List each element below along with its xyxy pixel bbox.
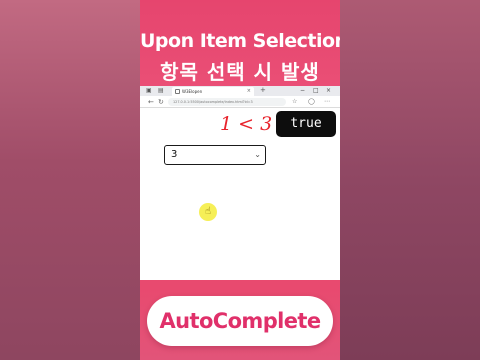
chevron-down-icon[interactable]: ⌄ <box>254 146 261 163</box>
footer-pill: AutoComplete <box>147 296 333 346</box>
tab-bar: ▣ ▤ W3Elopen × + − □ × <box>140 86 340 96</box>
title-korean: 항목 선택 시 발생 <box>160 60 320 84</box>
browser-tab[interactable]: W3Elopen × <box>172 87 254 96</box>
close-tab-icon[interactable]: × <box>247 87 251 96</box>
hand-pointer-icon: ☝ <box>204 206 212 217</box>
tab-list-icon[interactable]: ▤ <box>158 87 164 95</box>
profile-icon[interactable]: ◯ <box>308 97 315 107</box>
footer-label: AutoComplete <box>159 309 322 333</box>
video-frame: Upon Item Selection 항목 선택 시 발생 ▣ ▤ W3Elo… <box>140 0 340 360</box>
back-icon[interactable]: ← <box>148 97 154 107</box>
tab-actions-icon[interactable]: ▣ <box>146 87 152 95</box>
comparison-text: 1 < 3 <box>220 113 273 135</box>
minimize-icon[interactable]: − <box>300 86 305 95</box>
refresh-icon[interactable]: ↻ <box>158 97 164 107</box>
title-english: Upon Item Selection <box>140 30 340 52</box>
right-backdrop <box>340 0 480 360</box>
url-field[interactable]: 127.0.0.1:5500/autocomplete/index.html?i… <box>168 98 286 106</box>
browser-window: ▣ ▤ W3Elopen × + − □ × ← ↻ 127.0.0.1:550… <box>140 86 340 280</box>
new-tab-button[interactable]: + <box>260 86 266 95</box>
star-icon[interactable]: ☆ <box>292 97 297 107</box>
address-bar: ← ↻ 127.0.0.1:5500/autocomplete/index.ht… <box>140 96 340 108</box>
cursor-highlight: ☝ <box>199 203 217 221</box>
close-window-icon[interactable]: × <box>326 86 331 95</box>
menu-icon[interactable]: ⋯ <box>324 97 330 107</box>
tab-title: W3Elopen <box>182 89 203 94</box>
maximize-icon[interactable]: □ <box>313 86 319 95</box>
result-badge: true <box>276 111 336 137</box>
autocomplete-select[interactable]: 3 ⌄ <box>164 145 266 165</box>
left-backdrop <box>0 0 140 360</box>
page-icon <box>175 89 180 94</box>
select-value: 3 <box>171 149 178 160</box>
